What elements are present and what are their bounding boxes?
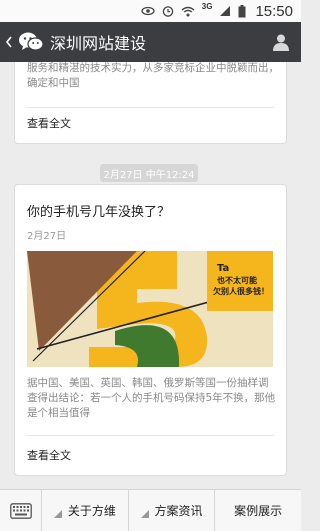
cover-text-line1: Ta	[217, 263, 230, 274]
bottom-menu-bar: 关于方维 方案资讯 案例展示	[0, 489, 301, 531]
message-feed[interactable]: 服务和精湛的技术实力，从多家竞标企业中脱颖而出，确定和中国 查看全文 2月27日…	[0, 62, 301, 489]
article-title[interactable]: 你的手机号几年没换了？	[27, 201, 170, 220]
article-date: 2月27日	[27, 231, 67, 242]
cover-text-line3: 欠别人很多钱！	[213, 287, 269, 296]
signal-icon	[219, 5, 231, 17]
back-chevron-icon[interactable]	[0, 22, 18, 62]
wechat-icon[interactable]	[18, 30, 44, 54]
menu-cases[interactable]: 案例展示	[215, 490, 301, 531]
menu-label: 案例展示	[234, 504, 283, 518]
read-more-link[interactable]: 查看全文	[27, 115, 71, 131]
menu-solutions[interactable]: 方案资讯	[129, 490, 216, 531]
article-card[interactable]: 你的手机号几年没换了？ 2月27日 Ta 也不太可能 欠别人很多钱！ 据中国、美…	[14, 184, 287, 476]
cover-illustration	[27, 251, 273, 367]
user-profile-icon[interactable]	[261, 22, 301, 62]
status-bar: 3G 15:50	[0, 0, 301, 22]
divider	[27, 435, 274, 436]
clock: 15:50	[255, 2, 293, 20]
article-card[interactable]: 服务和精湛的技术实力，从多家竞标企业中脱颖而出，确定和中国 查看全文	[14, 62, 287, 144]
read-more-link[interactable]: 查看全文	[27, 447, 71, 463]
menu-label: 关于方维	[67, 504, 116, 518]
keyboard-icon[interactable]	[0, 490, 42, 531]
article-excerpt: 服务和精湛的技术实力，从多家竞标企业中脱颖而出，确定和中国	[27, 62, 279, 89]
submenu-corner-icon	[53, 507, 62, 518]
divider	[27, 107, 274, 108]
article-cover-image[interactable]: Ta 也不太可能 欠别人很多钱！	[27, 251, 273, 367]
cover-text-line2: 也不太可能	[217, 276, 257, 285]
battery-icon	[238, 4, 246, 18]
wifi-icon	[181, 6, 195, 17]
chat-header: 深圳网站建设	[0, 22, 301, 62]
menu-about[interactable]: 关于方维	[42, 490, 129, 531]
page-title: 深圳网站建设	[50, 34, 147, 53]
article-summary: 据中国、美国、英国、韩国、俄罗斯等国一份抽样调查得出结论：若一个人的手机号码保持…	[27, 377, 276, 419]
menu-label: 方案资讯	[154, 504, 203, 518]
alarm-icon	[162, 5, 174, 17]
eye-icon	[141, 6, 155, 16]
submenu-corner-icon	[140, 507, 149, 518]
message-timestamp: 2月27日 中午12:24	[100, 164, 198, 182]
network-type-label: 3G	[201, 1, 213, 11]
